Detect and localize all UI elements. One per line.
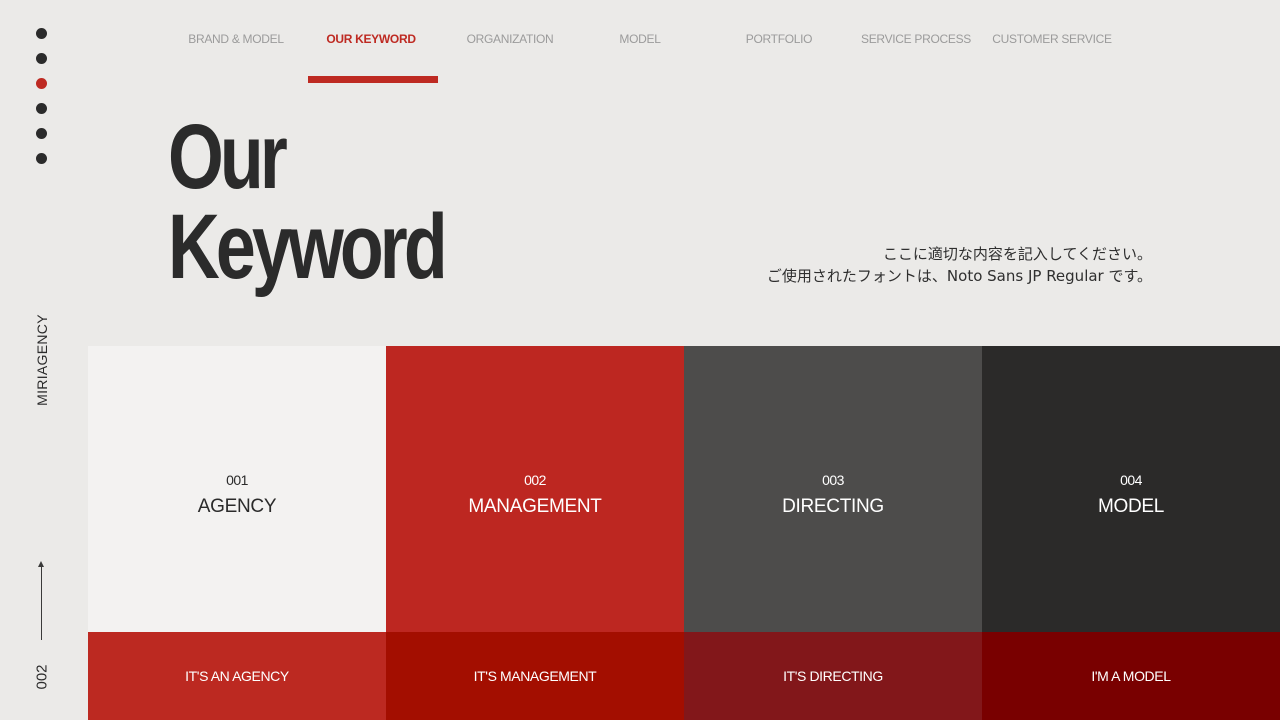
card-title: MANAGEMENT — [468, 496, 602, 517]
nav-item-customer-service[interactable]: CUSTOMER SERVICE — [992, 32, 1112, 46]
nav-item-model[interactable]: MODEL — [619, 32, 660, 46]
title-line-2: Keyword — [168, 196, 448, 298]
description-line-1: ここに適切な内容を記入してください。 — [882, 245, 1152, 263]
nav-item-service-process[interactable]: SERVICE PROCESS — [861, 32, 971, 46]
card-caption: IT'S MANAGEMENT — [386, 632, 684, 720]
card-directing[interactable]: 003 DIRECTING IT'S DIRECTING — [684, 346, 982, 720]
card-caption: IT'S AN AGENCY — [88, 632, 386, 720]
nav-item-brand-model[interactable]: BRAND & MODEL — [188, 32, 284, 46]
card-management[interactable]: 002 MANAGEMENT IT'S MANAGEMENT — [386, 346, 684, 720]
brand-name: MIRIAGENCY — [34, 314, 50, 406]
page-dot-6[interactable] — [36, 153, 47, 164]
card-title: AGENCY — [197, 496, 277, 517]
page-number: 002 — [33, 664, 51, 690]
card-number: 002 — [524, 472, 546, 488]
card-top: 001 AGENCY — [88, 346, 386, 632]
card-top: 004 MODEL — [982, 346, 1280, 632]
nav-item-our-keyword[interactable]: OUR KEYWORD — [326, 32, 416, 46]
arrow-line — [41, 565, 42, 640]
card-top: 003 DIRECTING — [684, 346, 982, 632]
top-nav: BRAND & MODEL OUR KEYWORD ORGANIZATION M… — [0, 0, 1280, 90]
card-number: 004 — [1120, 472, 1142, 488]
card-title: DIRECTING — [782, 496, 884, 517]
keyword-cards: 001 AGENCY IT'S AN AGENCY 002 MANAGEMENT… — [88, 346, 1280, 720]
card-number: 003 — [822, 472, 844, 488]
card-title: MODEL — [1097, 496, 1165, 517]
description-line-2: ご使用されたフォントは、Noto Sans JP Regular です。 — [766, 267, 1152, 285]
nav-item-organization[interactable]: ORGANIZATION — [467, 32, 554, 46]
card-model[interactable]: 004 MODEL I'M A MODEL — [982, 346, 1280, 720]
page-title: Our Keyword — [168, 106, 448, 298]
card-number: 001 — [226, 472, 248, 488]
card-caption: IT'S DIRECTING — [684, 632, 982, 720]
nav-item-portfolio[interactable]: PORTFOLIO — [746, 32, 813, 46]
card-top: 002 MANAGEMENT — [386, 346, 684, 632]
active-nav-indicator — [308, 76, 438, 83]
card-caption: I'M A MODEL — [982, 632, 1280, 720]
page-dot-5[interactable] — [36, 128, 47, 139]
title-line-1: Our — [168, 106, 288, 208]
page-dot-4[interactable] — [36, 103, 47, 114]
card-agency[interactable]: 001 AGENCY IT'S AN AGENCY — [88, 346, 386, 720]
description: ここに適切な内容を記入してください。 ご使用されたフォントは、Noto Sans… — [767, 243, 1152, 287]
